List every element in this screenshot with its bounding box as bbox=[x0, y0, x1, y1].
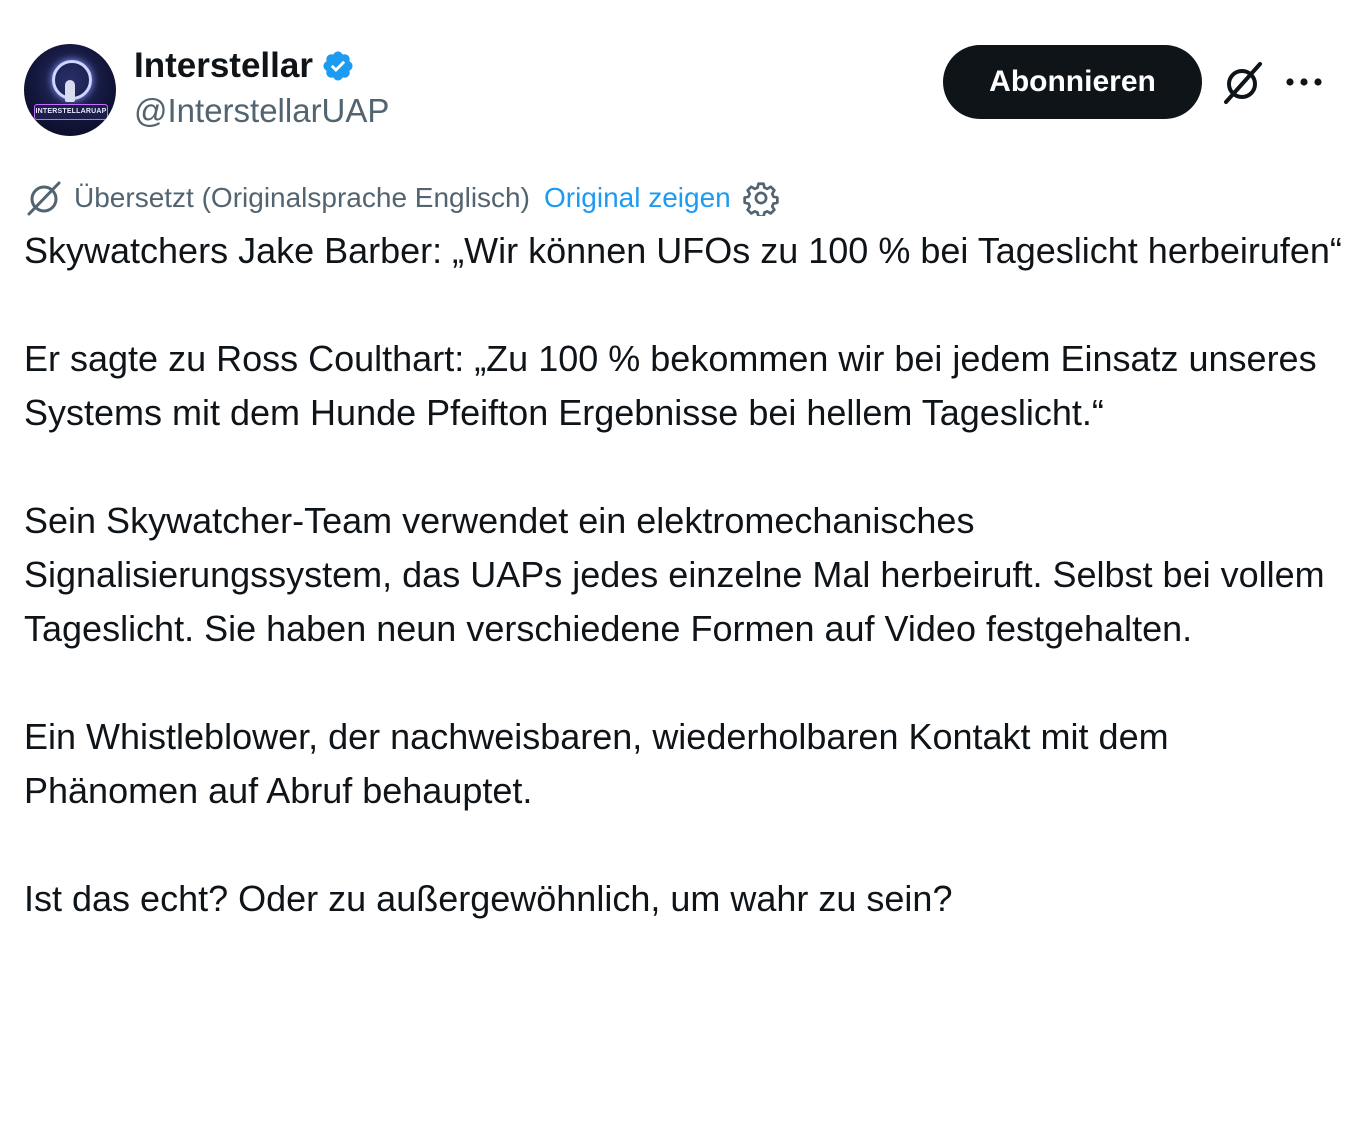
post-paragraph: Sein Skywatcher-Team verwendet ein elekt… bbox=[24, 500, 1325, 649]
translation-notice: Übersetzt (Originalsprache Englisch) Ori… bbox=[24, 178, 779, 218]
avatar[interactable]: INTERSTELLARUAP bbox=[24, 44, 116, 136]
verified-badge-icon bbox=[323, 51, 353, 81]
astronaut-figure bbox=[65, 80, 75, 102]
subscribe-button[interactable]: Abonnieren bbox=[943, 45, 1202, 119]
translation-note: Übersetzt (Originalsprache Englisch) bbox=[74, 182, 530, 213]
avatar-banner-text: INTERSTELLARUAP bbox=[34, 104, 108, 120]
post-paragraph: Ist das echt? Oder zu außergewöhnlich, u… bbox=[24, 878, 953, 919]
grok-icon[interactable] bbox=[1220, 60, 1266, 106]
gear-icon[interactable] bbox=[743, 180, 779, 216]
author-name-row[interactable]: Interstellar bbox=[134, 46, 355, 86]
post-paragraph: Ein Whistleblower, der nachweisbaren, wi… bbox=[24, 716, 1169, 811]
author-handle[interactable]: @InterstellarUAP bbox=[134, 92, 389, 130]
post-paragraph: Skywatchers Jake Barber: „Wir können UFO… bbox=[24, 230, 1342, 271]
more-icon[interactable] bbox=[1284, 64, 1324, 100]
author-name[interactable]: Interstellar bbox=[134, 46, 313, 86]
post-paragraph: Er sagte zu Ross Coulthart: „Zu 100 % be… bbox=[24, 338, 1317, 433]
grok-translate-icon bbox=[27, 181, 61, 216]
show-original-link[interactable]: Original zeigen bbox=[544, 182, 731, 214]
post-body: Skywatchers Jake Barber: „Wir können UFO… bbox=[24, 224, 1344, 980]
